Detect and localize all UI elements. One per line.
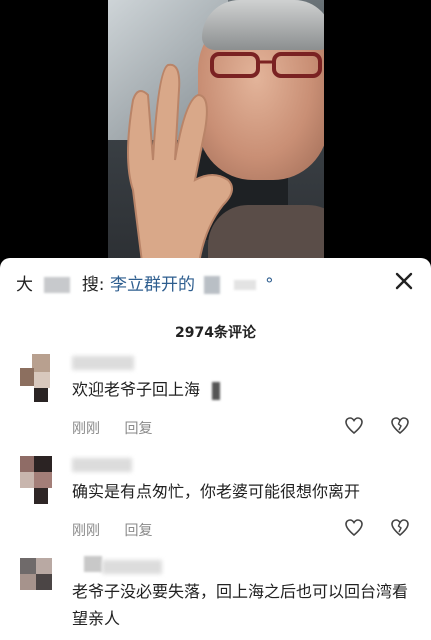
blurred-region [84,556,102,572]
avatar[interactable] [20,354,54,402]
blurred-region [44,277,71,293]
commenter-name-blurred [72,356,134,370]
close-icon[interactable] [393,270,415,292]
comment-sheet: 大 搜: 李立群开的 ° 2974条评论 欢迎老爷子回上海 刚刚 回复 确实是有… [0,258,431,640]
blurred-region [204,276,221,294]
blurred-region [212,382,220,400]
raised-hand-graphic [127,63,233,270]
video-frame [108,0,324,270]
comment-text: 确实是有点匆忙，你老婆可能很想你离开 [72,482,361,501]
commenter-name-blurred [72,458,132,472]
comment-text: 老爷子没必要失落，回上海之后也可以回台湾看望亲人 [72,582,409,628]
comment-time: 刚刚 [72,523,100,539]
video-player[interactable] [0,0,431,270]
comment-item: 老爷子没必要失落，回上海之后也可以回台湾看望亲人 [0,554,431,640]
commenter-name-blurred [102,560,162,574]
search-prefix-fragment: 大 [16,275,33,295]
search-query-link[interactable]: 李立群开的 [110,275,195,295]
broken-heart-icon[interactable] [390,416,410,436]
comment-meta: 刚刚 回复 [72,520,172,540]
comment-count: 2974条评论 [175,325,256,341]
comment-meta: 刚刚 回复 [72,418,172,438]
comment-item: 确实是有点匆忙，你老婆可能很想你离开 刚刚 回复 [0,452,431,552]
search-query-suffix: ° [265,275,274,295]
heart-icon[interactable] [344,416,364,436]
blurred-region [233,280,256,290]
reply-button[interactable]: 回复 [124,421,152,437]
avatar[interactable] [20,558,54,606]
heart-icon[interactable] [344,518,364,538]
search-suggestion[interactable]: 大 搜: 李立群开的 ° [16,270,417,296]
reply-button[interactable]: 回复 [124,523,152,539]
comment-text: 欢迎老爷子回上海 [72,380,201,399]
search-label: 搜: [81,275,105,295]
avatar[interactable] [20,456,54,504]
comment-item: 欢迎老爷子回上海 刚刚 回复 [0,350,431,450]
broken-heart-icon[interactable] [390,518,410,538]
comment-time: 刚刚 [72,421,100,437]
